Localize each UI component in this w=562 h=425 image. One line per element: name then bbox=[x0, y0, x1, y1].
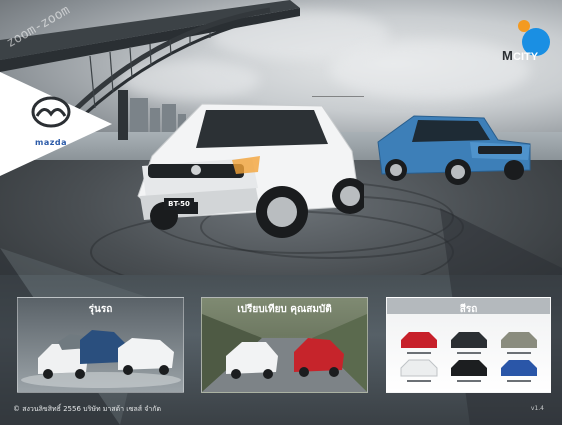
mazda-logo-icon[interactable] bbox=[28, 92, 74, 138]
svg-text:CITY: CITY bbox=[513, 51, 539, 63]
mazda-wordmark: mazda bbox=[34, 138, 67, 147]
color-swatches-image bbox=[400, 332, 537, 382]
models-cars-image bbox=[21, 330, 181, 388]
compare-panel[interactable]: เปรียบเทียบ คุณสมบัติ bbox=[201, 297, 368, 393]
copyright-text: © สงวนลิขสิทธิ์ 2556 บริษัท มาสด้า เซลส์… bbox=[13, 405, 162, 413]
mcity-badge-icon[interactable]: M CITY bbox=[498, 20, 554, 76]
svg-text:M: M bbox=[502, 48, 513, 63]
colors-panel[interactable]: สีรถ bbox=[386, 297, 551, 393]
mazda-app-screen: zoom-zoom mazda M CITY BT-50 รุ่นรถ เปรี… bbox=[0, 0, 562, 425]
version-text: v1.4 bbox=[530, 405, 544, 412]
models-panel[interactable]: รุ่นรถ bbox=[17, 297, 184, 393]
second-truck-blue[interactable] bbox=[374, 112, 534, 188]
compare-cars-image bbox=[202, 314, 367, 392]
